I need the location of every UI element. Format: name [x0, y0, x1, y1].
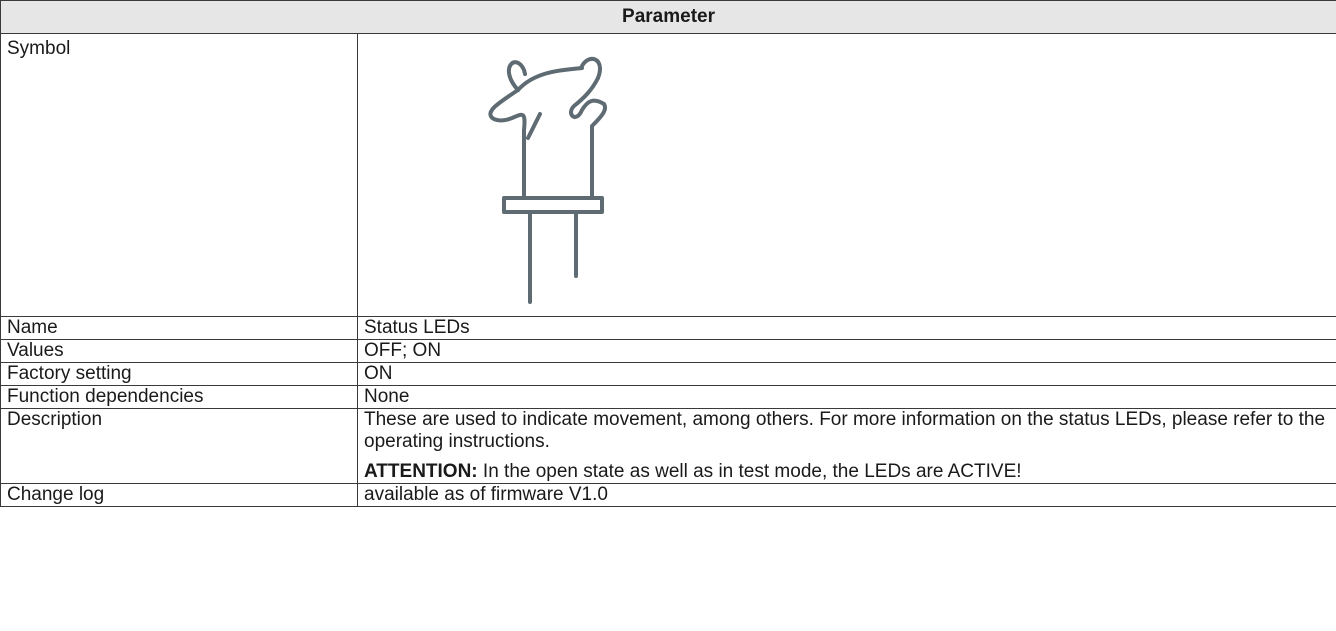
description-label: Description: [0, 408, 358, 484]
symbol-label: Symbol: [0, 33, 358, 317]
parameter-table: Parameter Symbol Name Status LEDs Values…: [0, 0, 1336, 507]
description-value: These are used to indicate movement, amo…: [356, 408, 1336, 484]
change-log-label: Change log: [0, 483, 358, 507]
symbol-cell: [356, 33, 1336, 317]
change-log-value: available as of firmware V1.0: [356, 483, 1336, 507]
table-header: Parameter: [0, 0, 1336, 34]
attention-label: ATTENTION:: [364, 461, 478, 482]
attention-text: In the open state as well as in test mod…: [477, 461, 1022, 482]
values-value: OFF; ON: [356, 339, 1336, 363]
function-dependencies-value: None: [356, 385, 1336, 409]
factory-setting-value: ON: [356, 362, 1336, 386]
attention-note: ATTENTION: In the open state as well as …: [364, 461, 1330, 483]
led-icon: [488, 56, 607, 304]
values-label: Values: [0, 339, 358, 363]
name-label: Name: [0, 316, 358, 340]
name-value: Status LEDs: [356, 316, 1336, 340]
factory-setting-label: Factory setting: [0, 362, 358, 386]
function-dependencies-label: Function dependencies: [0, 385, 358, 409]
description-text: These are used to indicate movement, amo…: [364, 409, 1326, 452]
